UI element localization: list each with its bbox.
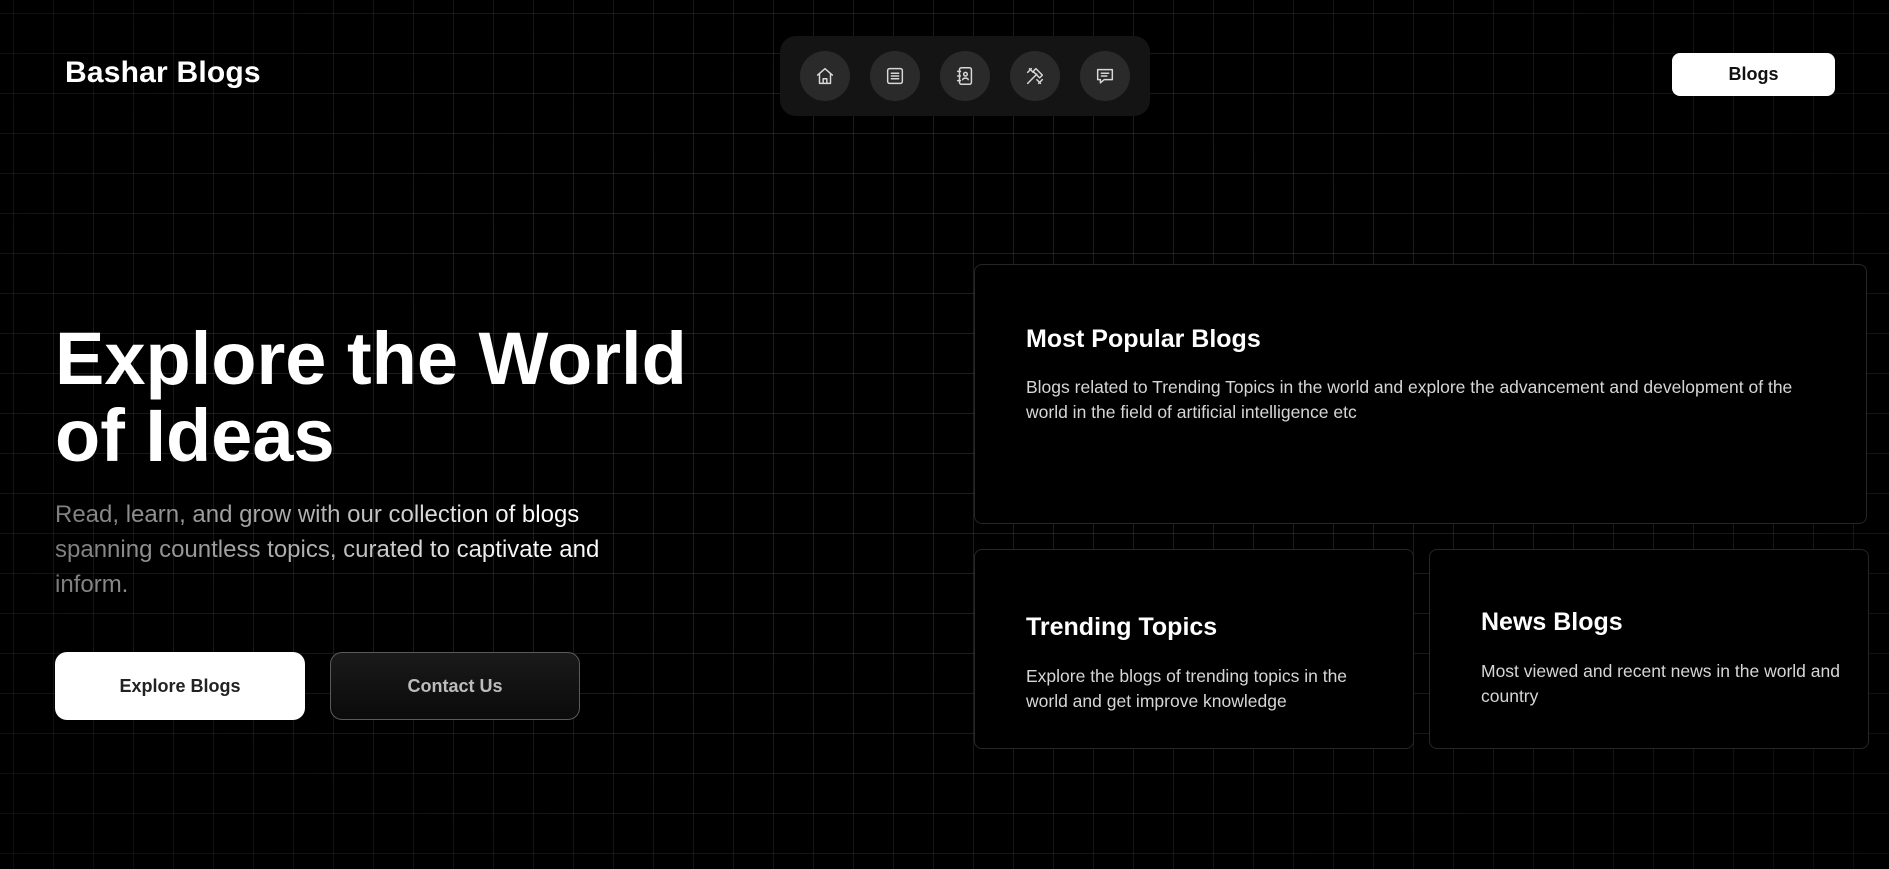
nav-chat-button[interactable] [1080, 51, 1130, 101]
contacts-icon [956, 67, 973, 85]
tools-icon [1026, 67, 1044, 85]
card-title: News Blogs [1481, 608, 1623, 636]
nav-tools-button[interactable] [1010, 51, 1060, 101]
hero-title: Explore the World of Ideas [55, 320, 687, 474]
contact-us-button[interactable]: Contact Us [330, 652, 580, 720]
home-icon [816, 67, 834, 85]
card-news-blogs[interactable]: News Blogs Most viewed and recent news i… [1429, 549, 1869, 749]
nav-home-button[interactable] [800, 51, 850, 101]
chat-icon [1096, 68, 1114, 84]
list-icon [886, 67, 904, 85]
hero-subtitle: Read, learn, and grow with our collectio… [55, 497, 655, 602]
nav-dock [780, 36, 1150, 116]
card-description: Explore the blogs of trending topics in … [1026, 666, 1348, 711]
card-title: Trending Topics [1026, 613, 1218, 641]
nav-contacts-button[interactable] [940, 51, 990, 101]
brand-logo[interactable]: Bashar Blogs [65, 56, 261, 90]
blogs-button[interactable]: Blogs [1672, 53, 1835, 96]
card-description: Blogs related to Trending Topics in the … [1026, 377, 1793, 422]
card-description: Most viewed and recent news in the world… [1481, 661, 1840, 706]
card-title: Most Popular Blogs [1026, 325, 1261, 353]
hero-title-line1: Explore the World [55, 317, 687, 400]
nav-list-button[interactable] [870, 51, 920, 101]
card-most-popular-blogs[interactable]: Most Popular Blogs Blogs related to Tren… [974, 264, 1867, 524]
card-trending-topics[interactable]: Trending Topics Explore the blogs of tre… [974, 549, 1414, 749]
explore-blogs-button[interactable]: Explore Blogs [55, 652, 305, 720]
hero-title-line2: of Ideas [55, 394, 335, 477]
